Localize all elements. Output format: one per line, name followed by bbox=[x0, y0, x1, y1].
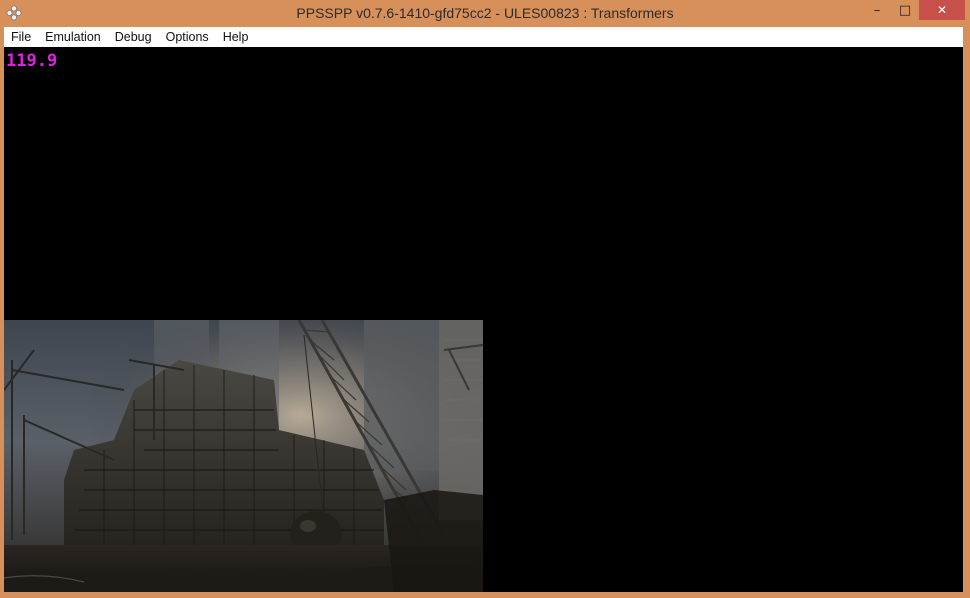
menu-bar: File Emulation Debug Options Help bbox=[4, 27, 963, 47]
menu-emulation[interactable]: Emulation bbox=[38, 27, 108, 47]
close-button[interactable]: ✕ bbox=[919, 0, 965, 20]
close-icon: ✕ bbox=[936, 3, 948, 17]
minimize-button[interactable]: – bbox=[864, 0, 890, 20]
minimize-icon: – bbox=[873, 2, 881, 18]
game-scene-construction-site bbox=[4, 320, 483, 592]
title-bar[interactable]: PPSSPP v0.7.6-1410-gfd75cc2 - ULES00823 … bbox=[0, 0, 970, 27]
menu-help[interactable]: Help bbox=[216, 27, 256, 47]
fps-counter: 119.9 bbox=[6, 51, 58, 71]
emulator-window: PPSSPP v0.7.6-1410-gfd75cc2 - ULES00823 … bbox=[0, 0, 970, 598]
maximize-button[interactable]: □ bbox=[892, 0, 918, 20]
menu-options[interactable]: Options bbox=[159, 27, 216, 47]
window-title: PPSSPP v0.7.6-1410-gfd75cc2 - ULES00823 … bbox=[296, 5, 674, 21]
menu-debug[interactable]: Debug bbox=[108, 27, 159, 47]
maximize-icon: □ bbox=[898, 2, 912, 18]
window-bottom-border bbox=[0, 592, 970, 598]
game-viewport[interactable]: 119.9 bbox=[4, 47, 963, 592]
menu-file[interactable]: File bbox=[4, 27, 38, 47]
